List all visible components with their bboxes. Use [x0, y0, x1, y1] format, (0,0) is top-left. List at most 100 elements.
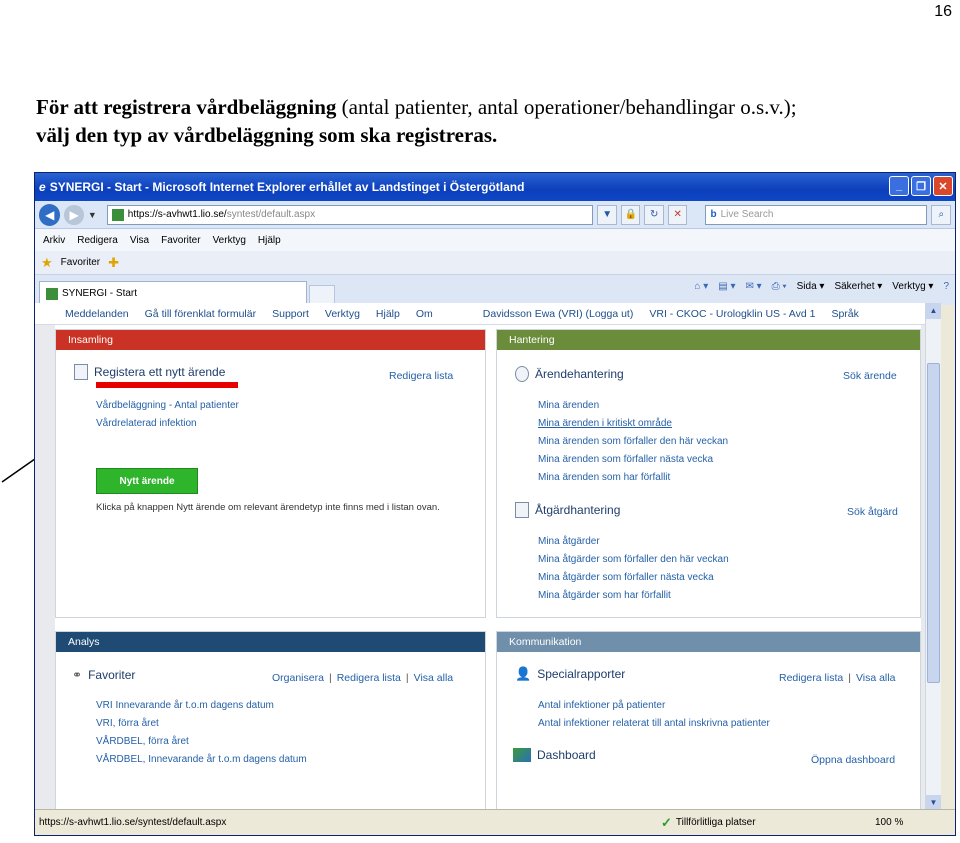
analys-show-all-link[interactable]: Visa alla — [414, 672, 454, 684]
kommunikation-edit-list-link[interactable]: Redigera lista — [779, 672, 843, 684]
kommunikation-header: Kommunikation — [497, 632, 920, 652]
link-my-actions[interactable]: Mina åtgärder — [538, 536, 600, 547]
analys-favorites-title: ⚭ Favoriter — [72, 668, 135, 682]
menu-favoriter[interactable]: Favoriter — [161, 235, 200, 246]
link-vardbel-current-year[interactable]: VÅRDBEL, Innevarande år t.o.m dagens dat… — [96, 754, 307, 765]
link-my-cases[interactable]: Mina ärenden — [538, 400, 599, 411]
special-reports-label: Specialrapporter — [537, 667, 626, 681]
nav-language[interactable]: Språk — [831, 308, 858, 320]
link-vardrelaterad-infektion[interactable]: Vårdrelaterad infektion — [96, 418, 197, 429]
hantering-header: Hantering — [497, 330, 920, 350]
minimize-button[interactable]: _ — [889, 176, 909, 196]
close-button[interactable]: ✕ — [933, 176, 953, 196]
nav-om[interactable]: Om — [416, 308, 433, 320]
nav-unit[interactable]: VRI - CKOC - Urologklin US - Avd 1 — [649, 308, 815, 320]
link-vardbel-last-year[interactable]: VÅRDBEL, förra året — [96, 736, 189, 747]
search-input[interactable]: b Live Search — [705, 204, 928, 225]
tab-synergi-start[interactable]: SYNERGI - Start — [39, 281, 307, 305]
add-favorite-icon[interactable]: ✚ — [108, 255, 119, 271]
lock-icon[interactable]: 🔒 — [620, 204, 641, 225]
instruction-text: För att registrera vårdbeläggning (antal… — [36, 93, 936, 149]
trusted-zone-label: Tillförlitliga platser — [675, 817, 756, 828]
zoom-level[interactable]: 100 % — [875, 817, 903, 828]
tab-label: SYNERGI - Start — [62, 288, 138, 299]
search-button[interactable]: ⌕ — [931, 204, 951, 225]
analys-edit-list-link[interactable]: Redigera lista — [337, 672, 401, 684]
link-my-cases-this-week[interactable]: Mina ärenden som förfaller den här vecka… — [538, 436, 728, 447]
link-vri-current-year[interactable]: VRI Innevarande år t.o.m dagens datum — [96, 700, 274, 711]
print-icon[interactable]: ⎙ ▾ — [772, 281, 787, 292]
case-handling-label: Ärendehantering — [535, 367, 624, 381]
menu-hjalp[interactable]: Hjälp — [258, 235, 281, 246]
instruction-normal: (antal patienter, antal operationer/beha… — [336, 95, 797, 119]
organize-link[interactable]: Organisera — [272, 672, 324, 684]
link-vri-last-year[interactable]: VRI, förra året — [96, 718, 159, 729]
search-action-link[interactable]: Sök åtgärd — [847, 506, 898, 518]
url-path: syntest/default.aspx — [226, 209, 316, 220]
status-url: https://s-avhwt1.lio.se/syntest/default.… — [39, 817, 227, 828]
nav-support[interactable]: Support — [272, 308, 309, 320]
cmd-page[interactable]: Sida ▾ — [797, 281, 825, 292]
search-case-link[interactable]: Sök ärende — [843, 370, 897, 382]
tab-bar: SYNERGI - Start ⌂ ▾ ▤ ▾ ✉ ▾ ⎙ ▾ Sida ▾ S… — [35, 275, 955, 305]
link-my-actions-this-week[interactable]: Mina åtgärder som förfaller den här veck… — [538, 554, 729, 565]
analys-actions: Organisera | Redigera lista | Visa alla — [272, 672, 453, 684]
menu-arkiv[interactable]: Arkiv — [43, 235, 65, 246]
kommunikation-show-all-link[interactable]: Visa alla — [856, 672, 896, 684]
url-dropdown-button[interactable]: ▼ — [597, 204, 617, 225]
nav-meddelanden[interactable]: Meddelanden — [65, 308, 129, 320]
cmd-safety[interactable]: Säkerhet ▾ — [834, 281, 882, 292]
nav-verktyg[interactable]: Verktyg — [325, 308, 360, 320]
scroll-up-icon[interactable]: ▲ — [926, 303, 941, 319]
new-case-button[interactable]: Nytt ärende — [96, 468, 198, 494]
refresh-button[interactable]: ↻ — [644, 204, 664, 225]
insamling-panel: Insamling Registera ett nytt ärende Redi… — [55, 329, 486, 618]
open-dashboard-link[interactable]: Öppna dashboard — [811, 754, 895, 766]
tab-favicon-icon — [46, 287, 58, 300]
link-my-actions-next-week[interactable]: Mina åtgärder som förfaller nästa vecka — [538, 572, 714, 583]
help-icon[interactable]: ? — [943, 281, 949, 292]
restore-button[interactable]: ❐ — [911, 176, 931, 196]
vertical-scrollbar[interactable]: ▲ ▼ — [925, 303, 941, 811]
nav-user-logout[interactable]: Davidsson Ewa (VRI) (Logga ut) — [483, 308, 634, 320]
menu-bar: Arkiv Redigera Visa Favoriter Verktyg Hj… — [35, 229, 955, 251]
special-reports-title: 👤 Specialrapporter — [515, 666, 625, 682]
hantering-panel: Hantering Ärendehantering Sök ärende Min… — [496, 329, 921, 618]
dashboard-area: Insamling Registera ett nytt ärende Redi… — [55, 325, 921, 811]
link-vardbelaggning[interactable]: Vårdbeläggning - Antal patienter — [96, 400, 239, 411]
menu-visa[interactable]: Visa — [130, 235, 149, 246]
menu-verktyg[interactable]: Verktyg — [213, 235, 246, 246]
forward-button[interactable]: ▶ — [64, 204, 84, 225]
nav-forenklat-formular[interactable]: Gå till förenklat formulär — [145, 308, 256, 320]
back-button[interactable]: ◀ — [39, 203, 61, 226]
link-my-actions-overdue[interactable]: Mina åtgärder som har förfallit — [538, 590, 671, 601]
stop-button[interactable]: ✕ — [667, 204, 688, 225]
insamling-edit-list-link[interactable]: Redigera lista — [389, 370, 453, 382]
menu-redigera[interactable]: Redigera — [77, 235, 118, 246]
home-icon[interactable]: ⌂ ▾ — [694, 281, 708, 292]
mail-icon[interactable]: ✉ ▾ — [745, 281, 761, 292]
link-infections-on-patients[interactable]: Antal infektioner på patienter — [538, 700, 665, 711]
favorites-star-icon[interactable]: ★ — [41, 255, 53, 271]
cmd-tools[interactable]: Verktyg ▾ — [892, 281, 933, 292]
kommunikation-actions: Redigera lista | Visa alla — [779, 672, 895, 684]
favorites-label[interactable]: Favoriter — [61, 257, 100, 268]
separator: | — [848, 672, 851, 684]
app-top-nav: Meddelanden Gå till förenklat formulär S… — [35, 303, 941, 325]
command-bar: ⌂ ▾ ▤ ▾ ✉ ▾ ⎙ ▾ Sida ▾ Säkerhet ▾ Verkty… — [694, 281, 949, 292]
analys-header: Analys — [56, 632, 485, 652]
feeds-icon[interactable]: ▤ ▾ — [718, 281, 735, 292]
link-infections-per-admitted[interactable]: Antal infektioner relaterat till antal i… — [538, 718, 770, 729]
url-input[interactable]: https://s-avhwt1.lio.se/syntest/default.… — [106, 204, 594, 225]
link-my-cases-critical[interactable]: Mina ärenden i kritiskt område — [538, 418, 672, 429]
nav-hjalp[interactable]: Hjälp — [376, 308, 400, 320]
scroll-thumb[interactable] — [927, 363, 940, 683]
status-bar: https://s-avhwt1.lio.se/syntest/default.… — [35, 809, 955, 835]
new-tab-button[interactable] — [309, 285, 335, 305]
document-icon — [74, 364, 88, 380]
history-dropdown-icon[interactable]: ▼ — [88, 210, 97, 220]
link-my-cases-overdue[interactable]: Mina ärenden som har förfallit — [538, 472, 670, 483]
dashboard-title: Dashboard — [513, 748, 596, 762]
link-my-cases-next-week[interactable]: Mina ärenden som förfaller nästa vecka — [538, 454, 713, 465]
person-icon: 👤 — [515, 666, 532, 681]
